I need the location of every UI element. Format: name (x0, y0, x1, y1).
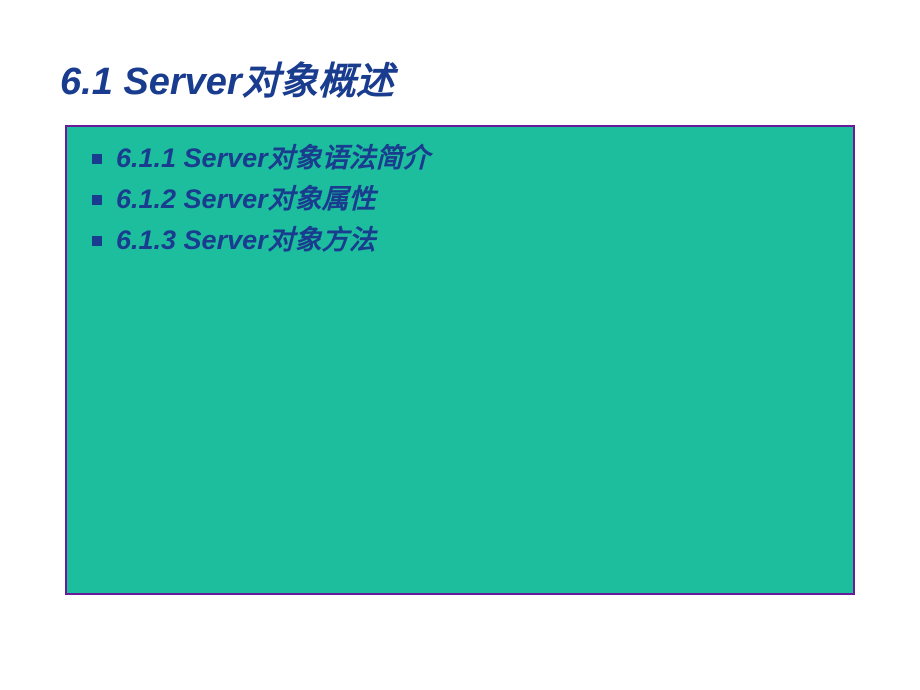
list-item: 6.1.3 Server对象方法 (92, 221, 828, 260)
content-box: 6.1.1 Server对象语法简介 6.1.2 Server对象属性 6.1.… (65, 125, 855, 595)
list-item: 6.1.2 Server对象属性 (92, 180, 828, 219)
slide-title: 6.1 Server对象概述 (0, 0, 920, 105)
list-item-text: 6.1.2 Server对象属性 (116, 180, 376, 219)
bullet-icon (92, 195, 102, 205)
bullet-icon (92, 154, 102, 164)
bullet-icon (92, 236, 102, 246)
list-item-text: 6.1.1 Server对象语法简介 (116, 139, 430, 178)
list-item-text: 6.1.3 Server对象方法 (116, 221, 376, 260)
list-item: 6.1.1 Server对象语法简介 (92, 139, 828, 178)
